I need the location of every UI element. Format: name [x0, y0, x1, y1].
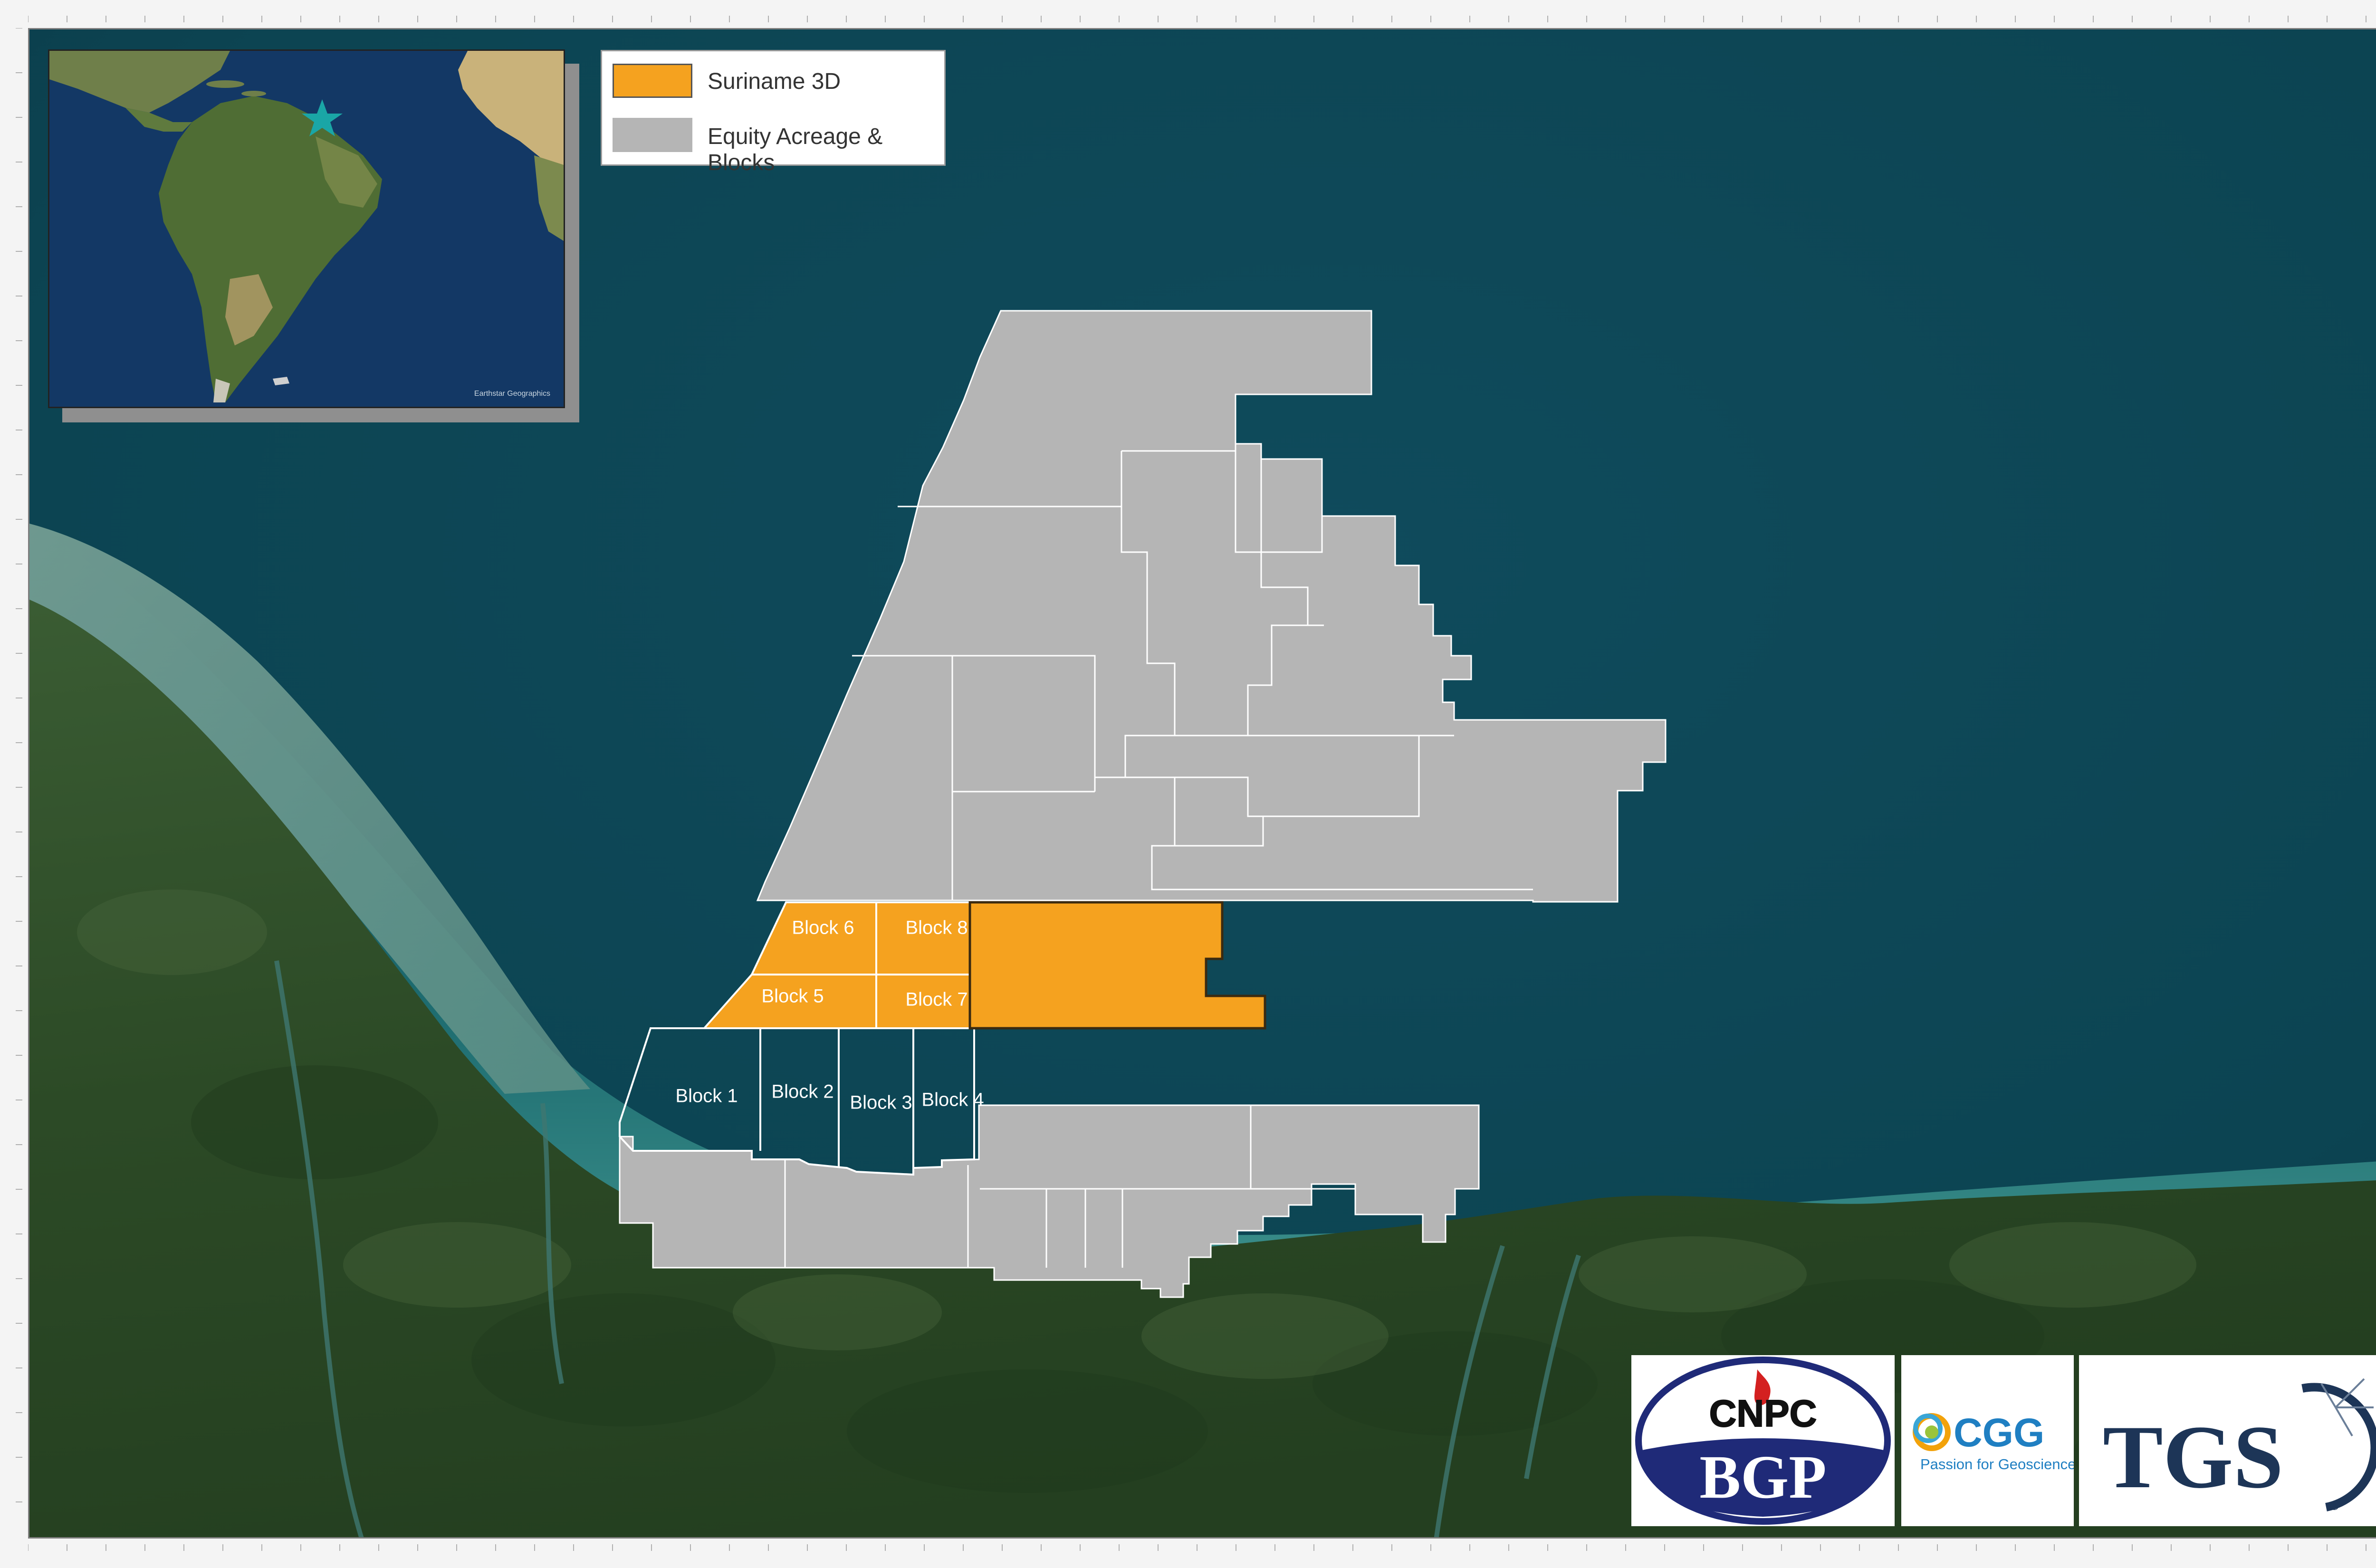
suriname-3d-survey: [702, 901, 1266, 1030]
legend-label-acreage: Equity Acreage & Blocks: [708, 124, 883, 175]
bgp-text: BGP: [1699, 1443, 1826, 1511]
tgs-name: TGS: [2103, 1407, 2283, 1507]
block-label-5: Block 5: [761, 985, 824, 1007]
block-label-8: Block 8: [905, 917, 968, 938]
cgg-name: CGG: [1954, 1410, 2044, 1455]
tgs-registered: ®: [2330, 1499, 2339, 1513]
inset-credit: Earthstar Geographics: [474, 390, 550, 398]
cgg-tagline: Passion for Geoscience: [1920, 1456, 2074, 1472]
coordinate-ticks-top: [28, 16, 2366, 22]
map-page: Block 1 Block 2 Block 3 Block 4 Block 5 …: [0, 0, 2376, 1568]
block-label-2: Block 2: [771, 1081, 834, 1102]
block-label-3: Block 3: [850, 1092, 912, 1113]
block-label-4: Block 4: [921, 1089, 984, 1110]
tgs-logo: TGS ®: [2079, 1355, 2376, 1526]
coordinate-ticks-bottom: [28, 1544, 2366, 1551]
legend-swatch-acreage: [613, 118, 692, 152]
block-label-1: Block 1: [675, 1085, 738, 1107]
cnpc-bgp-logo: CNPC BGP: [1631, 1355, 1895, 1526]
block-label-6: Block 6: [792, 917, 854, 938]
legend-swatch-survey: [613, 64, 692, 98]
legend-label-survey: Suriname 3D: [708, 69, 841, 94]
inset-globe: [49, 51, 564, 407]
block-label-7: Block 7: [905, 989, 968, 1010]
cgg-logo: CGG Passion for Geoscience: [1901, 1355, 2076, 1526]
map-legend: Suriname 3D Equity Acreage & Blocks: [601, 50, 946, 175]
cnpc-text: CNPC: [1709, 1392, 1817, 1434]
inset-locator-map: Earthstar Geographics: [48, 49, 565, 408]
coordinate-ticks-left: [16, 28, 22, 1502]
